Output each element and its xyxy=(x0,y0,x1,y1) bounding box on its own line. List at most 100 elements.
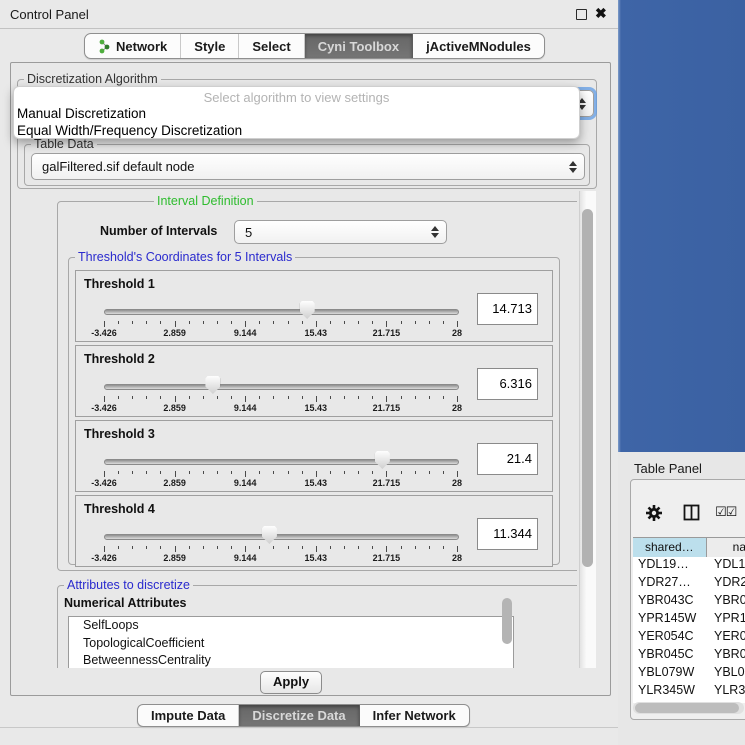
group-title: Attributes to discretize xyxy=(64,578,193,592)
threshold-value-box[interactable]: 14.713 xyxy=(477,293,538,325)
network-icon xyxy=(98,39,111,54)
tick-mark xyxy=(160,471,161,474)
table-row[interactable]: YBR043CYBR0 xyxy=(633,593,745,611)
tick-mark xyxy=(415,396,416,399)
threshold-slider[interactable]: -3.4262.8599.14415.4321.71528 xyxy=(104,447,457,487)
close-icon[interactable]: ✖ xyxy=(595,5,607,22)
tick-mark xyxy=(273,321,274,324)
tick-mark xyxy=(344,396,345,399)
tab-style[interactable]: Style xyxy=(181,34,239,58)
vertical-scrollbar-thumb[interactable] xyxy=(582,209,593,567)
slider-track[interactable] xyxy=(104,309,459,315)
network-desktop: GAL80GCGAL11GAL4GCY1HHAP2 xyxy=(618,0,745,452)
threshold-value-box[interactable]: 6.316 xyxy=(477,368,538,400)
slider-thumb[interactable] xyxy=(300,301,315,319)
split-columns-icon[interactable] xyxy=(683,504,700,521)
tab-jactivemnodules[interactable]: jActiveMNodules xyxy=(413,34,544,58)
tab-cyni-toolbox[interactable]: Cyni Toolbox xyxy=(305,34,413,58)
slider-track[interactable] xyxy=(104,534,459,540)
horizontal-scrollbar-track[interactable] xyxy=(633,702,744,714)
threshold-value-box[interactable]: 21.4 xyxy=(477,443,538,475)
apply-button[interactable]: Apply xyxy=(260,671,322,694)
tick-label: 9.144 xyxy=(234,478,257,488)
popup-option-manual[interactable]: Manual Discretization xyxy=(14,105,579,122)
slider-thumb[interactable] xyxy=(262,526,277,544)
attributes-group: Attributes to discretize Numerical Attri… xyxy=(57,585,577,668)
tick-mark xyxy=(344,321,345,324)
thresholds-group: Threshold's Coordinates for 5 Intervals … xyxy=(68,257,560,565)
tick-mark xyxy=(344,471,345,474)
threshold-slider[interactable]: -3.4262.8599.14415.4321.71528 xyxy=(104,372,457,412)
table-data-combo-value: galFiltered.sif default node xyxy=(32,159,568,174)
attribute-list-item[interactable]: BetweennessCentrality xyxy=(69,652,513,668)
tick-mark xyxy=(443,396,444,399)
tab-network[interactable]: Network xyxy=(85,34,181,58)
attribute-list-item[interactable]: SelfLoops xyxy=(69,617,513,635)
table-row[interactable]: YER054CYER0 xyxy=(633,629,745,647)
table-data-combo[interactable]: galFiltered.sif default node xyxy=(31,153,585,180)
table-row[interactable]: YDL19…YDL1 xyxy=(633,557,745,575)
cell-shared-name[interactable]: YDR27… xyxy=(633,575,714,593)
combo-stepper-icon xyxy=(568,161,577,173)
float-icon[interactable] xyxy=(576,9,587,20)
tick-mark xyxy=(316,471,317,477)
tick-mark xyxy=(245,546,246,552)
threshold-value-box[interactable]: 11.344 xyxy=(477,518,538,550)
group-title: Threshold's Coordinates for 5 Intervals xyxy=(75,250,295,264)
tick-mark xyxy=(443,471,444,474)
table-row[interactable]: YBL079WYBL0 xyxy=(633,665,745,683)
tick-mark xyxy=(175,471,176,477)
tab-discretize-data[interactable]: Discretize Data xyxy=(239,705,359,726)
tick-mark xyxy=(415,321,416,324)
panel-title: Control Panel xyxy=(10,7,89,22)
cell-shared-name[interactable]: YBR043C xyxy=(633,593,714,611)
table-row[interactable]: YBR045CYBR0 xyxy=(633,647,745,665)
attribute-list-item[interactable]: TopologicalCoefficient xyxy=(69,635,513,653)
vertical-scrollbar-track[interactable] xyxy=(579,191,596,668)
column-header-shared[interactable]: shared… xyxy=(633,538,707,557)
cell-name[interactable]: YPR1 xyxy=(714,611,745,629)
cell-shared-name[interactable]: YBR045C xyxy=(633,647,714,665)
cell-name[interactable]: YDL1 xyxy=(714,557,745,575)
settings-gear-icon[interactable] xyxy=(645,504,663,522)
tick-label: 15.43 xyxy=(305,403,328,413)
numerical-attributes-list[interactable]: SelfLoopsTopologicalCoefficientBetweenne… xyxy=(68,616,514,668)
table-row[interactable]: YPR145WYPR1 xyxy=(633,611,745,629)
list-scrollbar-thumb[interactable] xyxy=(502,598,512,644)
tick-mark xyxy=(175,321,176,327)
table-row[interactable]: YLR345WYLR3 xyxy=(633,683,745,701)
threshold-slider[interactable]: -3.4262.8599.14415.4321.71528 xyxy=(104,522,457,562)
table-row[interactable]: YDR27…YDR2 xyxy=(633,575,745,593)
column-header-name[interactable]: na xyxy=(707,538,745,557)
cell-name[interactable]: YER0 xyxy=(714,629,745,647)
cell-name[interactable]: YLR3 xyxy=(714,683,745,701)
cell-shared-name[interactable]: YDL19… xyxy=(633,557,714,575)
cell-shared-name[interactable]: YBL079W xyxy=(633,665,714,683)
threshold-slider[interactable]: -3.4262.8599.14415.4321.71528 xyxy=(104,297,457,337)
horizontal-scrollbar-thumb[interactable] xyxy=(635,703,739,713)
cell-name[interactable]: YBL0 xyxy=(714,665,745,683)
cell-shared-name[interactable]: YLR345W xyxy=(633,683,714,701)
tab-select[interactable]: Select xyxy=(239,34,304,58)
tick-mark xyxy=(104,396,105,402)
tab-impute-data[interactable]: Impute Data xyxy=(138,705,239,726)
popup-option-equal-width[interactable]: Equal Width/Frequency Discretization xyxy=(14,122,579,139)
tick-mark xyxy=(217,471,218,474)
slider-tick-labels: -3.4262.8599.14415.4321.71528 xyxy=(104,403,457,413)
slider-thumb[interactable] xyxy=(375,451,390,469)
tab-infer-network[interactable]: Infer Network xyxy=(360,705,469,726)
tick-label: 9.144 xyxy=(234,328,257,338)
num-intervals-combo[interactable]: 5 xyxy=(234,220,447,244)
tick-mark xyxy=(259,321,260,324)
checkbox-icons[interactable]: ☑☑ xyxy=(715,505,736,520)
cell-name[interactable]: YBR0 xyxy=(714,647,745,665)
cell-name[interactable]: YDR2 xyxy=(714,575,745,593)
tick-mark xyxy=(217,396,218,399)
slider-tick-labels: -3.4262.8599.14415.4321.71528 xyxy=(104,553,457,563)
slider-thumb[interactable] xyxy=(205,376,220,394)
cell-shared-name[interactable]: YER054C xyxy=(633,629,714,647)
cell-shared-name[interactable]: YPR145W xyxy=(633,611,714,629)
cell-name[interactable]: YBR0 xyxy=(714,593,745,611)
slider-track[interactable] xyxy=(104,459,459,465)
slider-track[interactable] xyxy=(104,384,459,390)
